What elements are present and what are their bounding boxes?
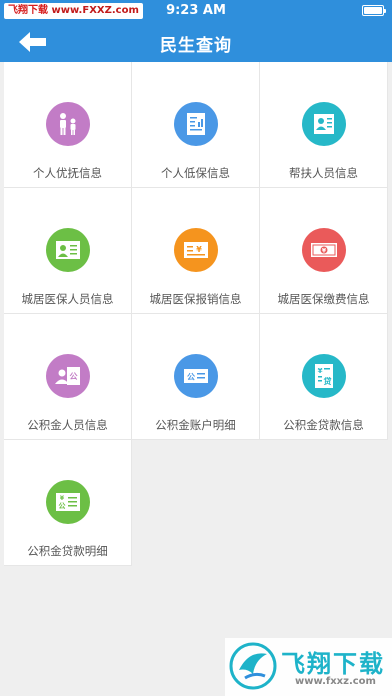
banknote-icon: ¥ xyxy=(302,228,346,272)
tile-personal-subsidy[interactable]: 个人低保信息 xyxy=(132,62,260,188)
tile-label: 城居医保人员信息 xyxy=(21,292,114,306)
watermark-brand-bottom: 飞翔下载 xyxy=(281,650,385,678)
svg-text:¥: ¥ xyxy=(318,367,323,375)
watermark-bottom: 飞翔下载 www.fxxz.com xyxy=(225,638,392,696)
tile-label: 个人低保信息 xyxy=(161,166,230,180)
tile-fund-loan-detail[interactable]: ¥ 公 公积金贷款明细 xyxy=(4,440,132,566)
person-list-icon xyxy=(302,102,346,146)
tile-label: 城居医保缴费信息 xyxy=(277,292,370,306)
tile-label: 公积金贷款明细 xyxy=(27,544,108,558)
service-grid: 个人优抚信息 个人低保信息 帮扶人员信息 城居医保人员信息 ¥ 城居医保报销信息… xyxy=(4,62,388,566)
tile-medical-payment[interactable]: ¥ 城居医保缴费信息 xyxy=(260,188,388,314)
battery-icon xyxy=(362,5,386,16)
page-title: 民生查询 xyxy=(160,36,232,56)
yen-receipt-icon: ¥ xyxy=(174,228,218,272)
svg-text:公: 公 xyxy=(70,372,78,381)
svg-text:贷: 贷 xyxy=(324,376,332,386)
tile-medical-insured[interactable]: 城居医保人员信息 xyxy=(4,188,132,314)
tile-label: 公积金贷款信息 xyxy=(283,418,364,432)
tile-fund-account[interactable]: 公 公积金账户明细 xyxy=(132,314,260,440)
watermark-url-bottom: www.fxxz.com xyxy=(295,676,376,687)
tile-label: 个人优抚信息 xyxy=(33,166,102,180)
person-fund-icon: 公 xyxy=(46,354,90,398)
nav-bar: 民生查询 xyxy=(0,22,392,62)
tile-label: 公积金账户明细 xyxy=(155,418,236,432)
tile-label: 公积金人员信息 xyxy=(27,418,108,432)
status-bar: 飞翔下载 www.FXXZ.com 9:23 AM xyxy=(0,0,392,22)
id-card-icon xyxy=(46,228,90,272)
tile-support-personnel[interactable]: 帮扶人员信息 xyxy=(260,62,388,188)
document-chart-icon xyxy=(174,102,218,146)
fund-card-icon: 公 xyxy=(174,354,218,398)
loan-document-icon: ¥ 贷 xyxy=(302,354,346,398)
tile-fund-personnel[interactable]: 公 公积金人员信息 xyxy=(4,314,132,440)
tile-personal-benefits[interactable]: 个人优抚信息 xyxy=(4,62,132,188)
svg-text:公: 公 xyxy=(187,373,195,382)
svg-text:公: 公 xyxy=(59,502,66,510)
watermark-logo-icon xyxy=(229,642,277,690)
tile-fund-loan[interactable]: ¥ 贷 公积金贷款信息 xyxy=(260,314,388,440)
family-icon xyxy=(46,102,90,146)
tile-label: 帮扶人员信息 xyxy=(289,166,358,180)
loan-detail-icon: ¥ 公 xyxy=(46,480,90,524)
svg-text:¥: ¥ xyxy=(196,245,202,254)
tile-medical-reimbursement[interactable]: ¥ 城居医保报销信息 xyxy=(132,188,260,314)
status-time: 9:23 AM xyxy=(166,3,226,18)
tile-label: 城居医保报销信息 xyxy=(149,292,242,306)
